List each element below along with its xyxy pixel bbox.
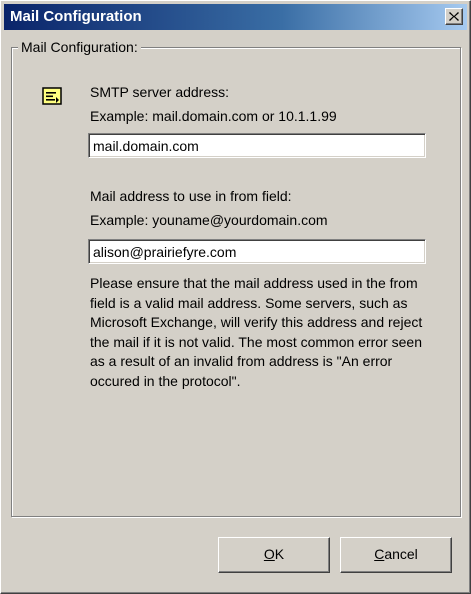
- warning-text: Please ensure that the mail address used…: [90, 275, 423, 389]
- close-icon: [449, 12, 459, 21]
- smtp-server-label: SMTP server address:: [90, 84, 230, 100]
- cancel-label-rest: ancel: [384, 546, 418, 562]
- title-bar[interactable]: Mail Configuration: [4, 4, 467, 30]
- mail-configuration-dialog: Mail Configuration Mail Configuration: S…: [0, 0, 471, 594]
- ok-button[interactable]: OK: [218, 537, 330, 573]
- ok-label-rest: K: [274, 546, 285, 562]
- window-title: Mail Configuration: [10, 8, 142, 25]
- close-button[interactable]: [445, 8, 463, 25]
- smtp-server-input[interactable]: [88, 133, 426, 158]
- cancel-mnemonic: C: [374, 546, 385, 562]
- ok-mnemonic: O: [263, 546, 275, 562]
- smtp-server-example: Example: mail.domain.com or 10.1.1.99: [90, 108, 337, 124]
- from-address-input[interactable]: [88, 239, 426, 264]
- note-icon: [42, 87, 62, 105]
- group-legend: Mail Configuration:: [18, 39, 141, 55]
- from-address-example: Example: youname@yourdomain.com: [90, 212, 328, 228]
- cancel-button[interactable]: Cancel: [340, 537, 452, 573]
- from-address-label: Mail address to use in from field:: [90, 188, 292, 204]
